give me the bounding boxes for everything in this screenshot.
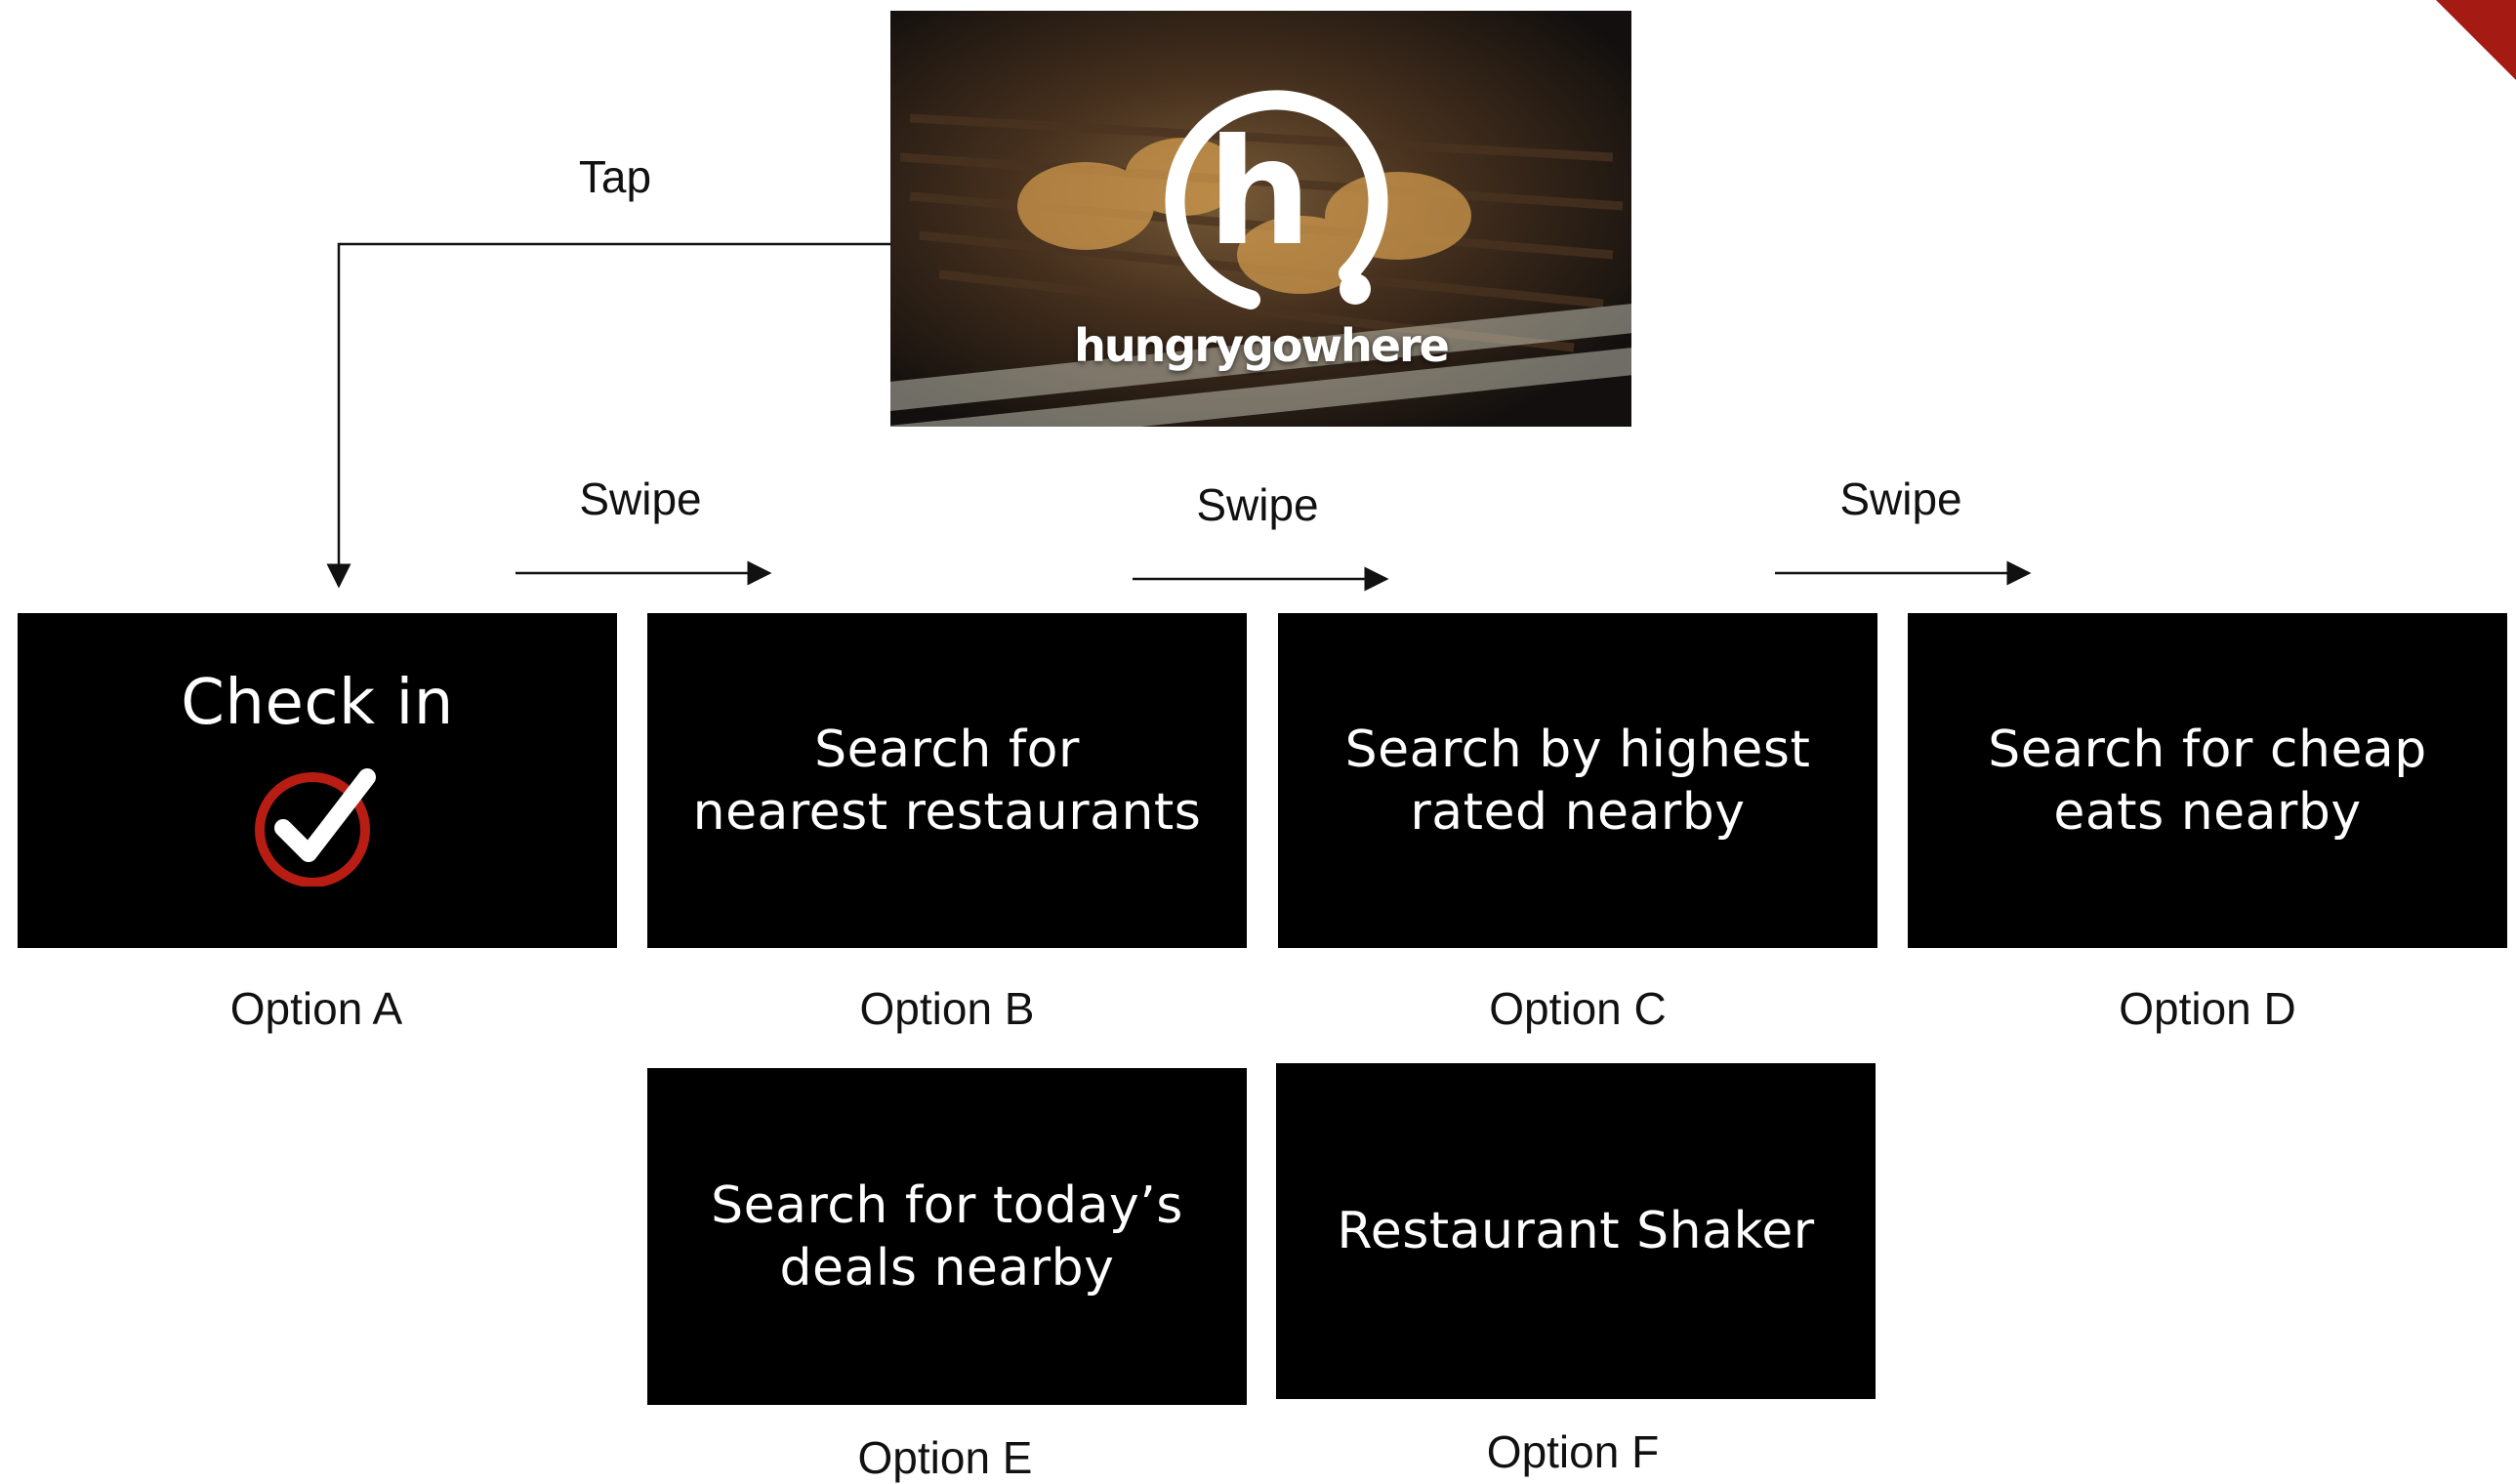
option-a-card[interactable]: Check in <box>18 613 617 948</box>
option-b-card-text: Search for nearest restaurants <box>692 720 1202 842</box>
brand-name: hungrygowhere <box>1074 319 1450 372</box>
corner-accent <box>2436 0 2516 80</box>
option-e-card-text: Search for today’s deals nearby <box>711 1175 1183 1298</box>
option-d-card[interactable]: Search for cheap eats nearby <box>1908 613 2507 948</box>
option-b-label: Option B <box>859 983 1035 1034</box>
option-c-card-text: Search by highest rated nearby <box>1344 720 1811 842</box>
option-a-card-text: Check in <box>181 667 454 739</box>
option-f-label: Option F <box>1486 1426 1660 1477</box>
option-b-card[interactable]: Search for nearest restaurants <box>647 613 1247 948</box>
tap-label: Tap <box>578 151 652 202</box>
option-e-card[interactable]: Search for today’s deals nearby <box>647 1068 1247 1405</box>
option-f-card[interactable]: Restaurant Shaker <box>1276 1063 1876 1399</box>
swipe-label-2: Swipe <box>1196 479 1319 530</box>
option-d-card-text: Search for cheap eats nearby <box>1988 720 2427 842</box>
logo-letter: h <box>1208 108 1312 278</box>
option-c-label: Option C <box>1489 983 1667 1034</box>
check-circle-icon <box>255 768 376 886</box>
option-c-card[interactable]: Search by highest rated nearby <box>1278 613 1877 948</box>
option-d-label: Option D <box>2119 983 2296 1034</box>
option-f-card-text: Restaurant Shaker <box>1337 1202 1815 1260</box>
tap-arrow <box>326 242 890 589</box>
hero-banner[interactable]: h hungrygowhere <box>890 11 1631 427</box>
option-a-label: Option A <box>229 983 403 1034</box>
swipe-label-3: Swipe <box>1839 474 1962 524</box>
swipe-label-1: Swipe <box>579 474 702 524</box>
option-e-label: Option E <box>857 1432 1033 1483</box>
